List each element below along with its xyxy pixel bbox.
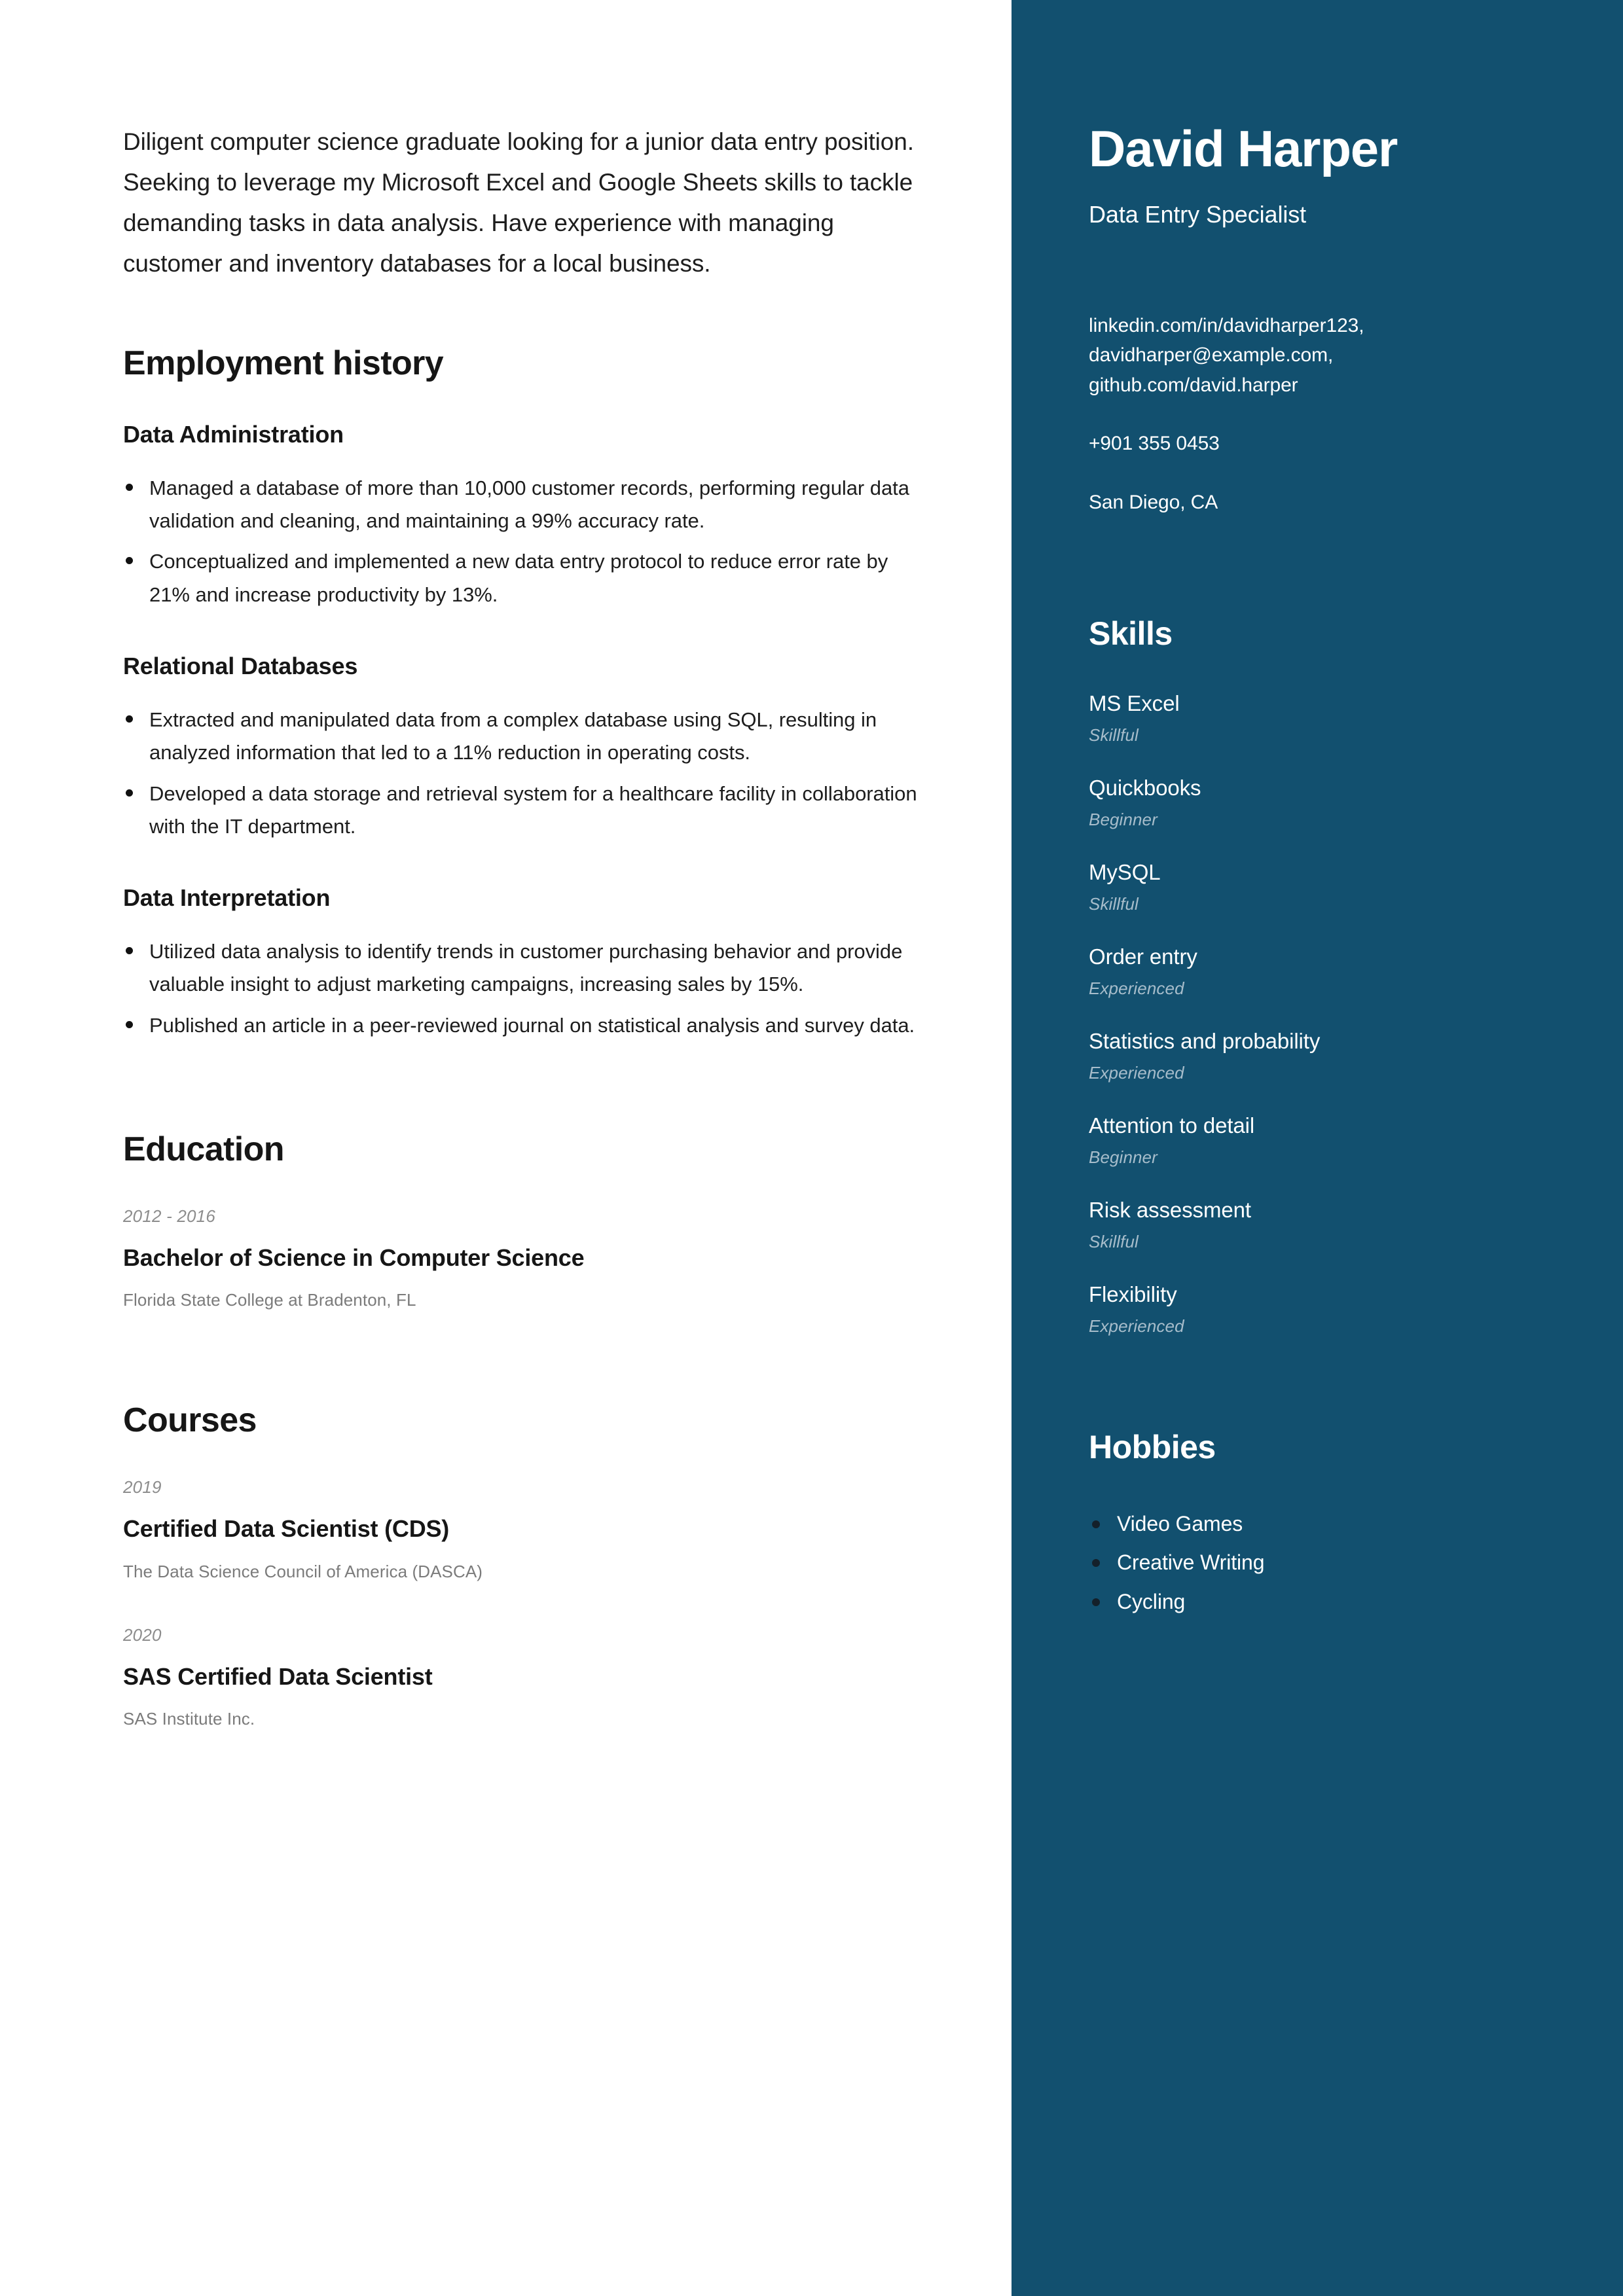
hobby-item: Creative Writing (1089, 1543, 1538, 1583)
skill-level: Experienced (1089, 1316, 1184, 1336)
skill-level: Skillful (1089, 725, 1139, 745)
contact-location-group: San Diego, CA (1089, 488, 1538, 518)
courses-section: Courses 2019 Certified Data Scientist (C… (123, 1401, 933, 1729)
course-title: SAS Certified Data Scientist (123, 1662, 433, 1690)
skill-item: Attention to detail Beginner (1089, 1113, 1538, 1168)
skill-name: Flexibility (1089, 1282, 1177, 1306)
skill-item: Risk assessment Skillful (1089, 1198, 1538, 1252)
job-title: Relational Databases (123, 652, 358, 679)
skill-level: Skillful (1089, 893, 1139, 914)
job-bullet: Utilized data analysis to identify trend… (123, 935, 933, 1001)
skill-level: Beginner (1089, 809, 1158, 829)
employment-history-heading: Employment history (123, 344, 444, 382)
skills-heading: Skills (1089, 615, 1173, 652)
main-content-column: Diligent computer science graduate looki… (0, 0, 1012, 2296)
job-bullet-list: Extracted and manipulated data from a co… (123, 704, 933, 843)
skill-item: Statistics and probability Experienced (1089, 1029, 1538, 1083)
sidebar-column: David Harper Data Entry Specialist linke… (1012, 0, 1623, 2296)
linkedin-link[interactable]: linkedin.com/in/davidharper123, (1089, 311, 1538, 341)
skill-name: MS Excel (1089, 691, 1180, 715)
job-entry: Data Interpretation Utilized data analys… (123, 884, 933, 1042)
course-title: Certified Data Scientist (CDS) (123, 1515, 450, 1543)
skill-level: Experienced (1089, 978, 1184, 998)
phone-number[interactable]: +901 355 0453 (1089, 429, 1538, 459)
job-bullet: Developed a data storage and retrieval s… (123, 778, 933, 843)
github-link[interactable]: github.com/david.harper (1089, 370, 1538, 401)
hobbies-section: Hobbies Video Games Creative Writing Cyc… (1089, 1429, 1538, 1622)
courses-heading: Courses (123, 1401, 257, 1440)
job-bullet-list: Managed a database of more than 10,000 c… (123, 472, 933, 611)
skill-level: Skillful (1089, 1231, 1139, 1251)
email-link[interactable]: davidharper@example.com, (1089, 340, 1538, 370)
contact-phone-group: +901 355 0453 (1089, 429, 1538, 459)
education-heading: Education (123, 1130, 285, 1168)
skills-section: Skills MS Excel Skillful Quickbooks Begi… (1089, 615, 1538, 1336)
skill-name: Risk assessment (1089, 1197, 1251, 1222)
skill-item: Order entry Experienced (1089, 944, 1538, 999)
education-institution: Florida State College at Bradenton, FL (123, 1290, 416, 1310)
education-entry: 2012 - 2016 Bachelor of Science in Compu… (123, 1206, 933, 1310)
course-provider: The Data Science Council of America (DAS… (123, 1561, 483, 1581)
skill-item: MS Excel Skillful (1089, 691, 1538, 745)
skill-name: Quickbooks (1089, 775, 1201, 800)
hobbies-heading: Hobbies (1089, 1428, 1216, 1465)
hobby-item: Video Games (1089, 1505, 1538, 1544)
skill-name: MySQL (1089, 859, 1161, 884)
course-entry: 2020 SAS Certified Data Scientist SAS In… (123, 1625, 933, 1729)
candidate-role: Data Entry Specialist (1089, 200, 1307, 228)
skill-name: Order entry (1089, 944, 1197, 969)
resume-page: Diligent computer science graduate looki… (0, 0, 1623, 2296)
job-bullet: Extracted and manipulated data from a co… (123, 704, 933, 769)
course-date: 2020 (123, 1624, 162, 1645)
skill-item: Flexibility Experienced (1089, 1282, 1538, 1336)
skill-item: MySQL Skillful (1089, 860, 1538, 914)
education-section: Education 2012 - 2016 Bachelor of Scienc… (123, 1130, 933, 1310)
job-bullet: Conceptualized and implemented a new dat… (123, 545, 933, 611)
course-date: 2019 (123, 1477, 162, 1498)
professional-summary: Diligent computer science graduate looki… (123, 128, 914, 278)
job-entry: Data Administration Managed a database o… (123, 420, 933, 611)
education-date: 2012 - 2016 (123, 1206, 215, 1226)
skill-level: Experienced (1089, 1062, 1184, 1083)
job-title: Data Administration (123, 420, 344, 448)
hobby-list: Video Games Creative Writing Cycling (1089, 1505, 1538, 1622)
employment-history-section: Employment history Data Administration M… (123, 344, 933, 1042)
skill-name: Attention to detail (1089, 1113, 1255, 1138)
hobby-item: Cycling (1089, 1583, 1538, 1622)
location-text: San Diego, CA (1089, 492, 1218, 514)
skill-level: Beginner (1089, 1147, 1158, 1167)
contact-links-group: linkedin.com/in/davidharper123, davidhar… (1089, 311, 1538, 401)
candidate-name: David Harper (1089, 120, 1398, 177)
job-bullet-list: Utilized data analysis to identify trend… (123, 935, 933, 1042)
course-entry: 2019 Certified Data Scientist (CDS) The … (123, 1477, 933, 1581)
education-degree: Bachelor of Science in Computer Science (123, 1244, 585, 1271)
skill-item: Quickbooks Beginner (1089, 776, 1538, 830)
job-title: Data Interpretation (123, 884, 331, 911)
job-bullet: Managed a database of more than 10,000 c… (123, 472, 933, 537)
job-bullet: Published an article in a peer-reviewed … (123, 1009, 933, 1042)
course-provider: SAS Institute Inc. (123, 1708, 255, 1729)
job-entry: Relational Databases Extracted and manip… (123, 652, 933, 843)
skill-name: Statistics and probability (1089, 1028, 1321, 1053)
